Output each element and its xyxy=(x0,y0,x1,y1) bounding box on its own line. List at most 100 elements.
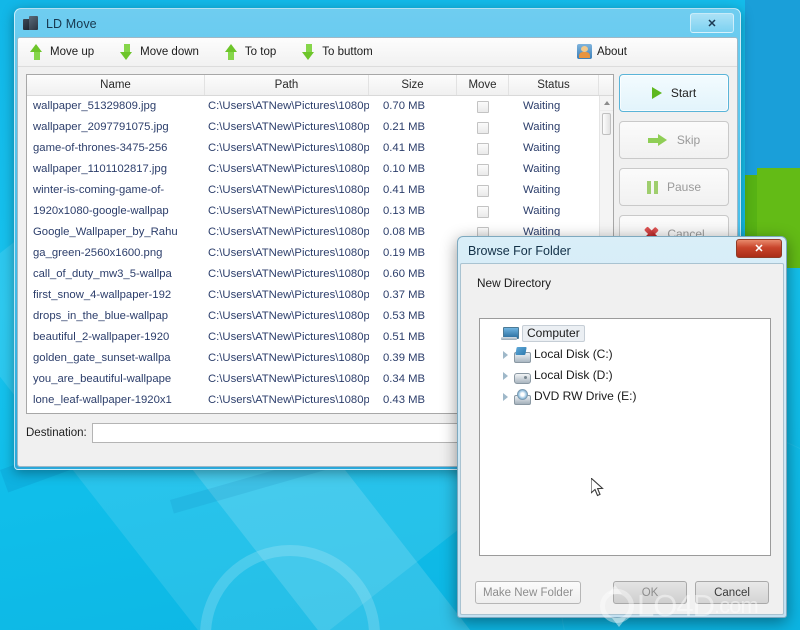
ok-button[interactable]: OK xyxy=(613,581,687,604)
tree-item-label: Computer xyxy=(522,325,585,342)
cell-move xyxy=(457,159,509,180)
table-row[interactable]: 1920x1080-google-wallpap C:\Users\ATNew\P… xyxy=(27,201,613,222)
cell-name: lone_leaf-wallpaper-1920x1 xyxy=(33,394,172,406)
about-person-icon xyxy=(576,44,592,59)
hard-disk-system-icon xyxy=(512,347,531,363)
skip-label: Skip xyxy=(676,133,701,147)
table-row[interactable]: winter-is-coming-game-of- C:\Users\ATNew\… xyxy=(27,180,613,201)
column-header-status[interactable]: Status xyxy=(509,75,599,95)
cell-path: C:\Users\ATNew\Pictures\1080p xyxy=(208,163,369,175)
cell-name: game-of-thrones-3475-256 xyxy=(33,142,168,154)
cell-size: 0.19 MB xyxy=(383,247,426,259)
cell-status: Waiting xyxy=(523,163,561,175)
app-blocks-icon xyxy=(23,16,39,32)
tree-item-label: Local Disk (C:) xyxy=(534,347,613,361)
cell-size: 0.21 MB xyxy=(383,121,426,133)
column-header-size[interactable]: Size xyxy=(369,75,457,95)
arrow-up-icon xyxy=(224,44,238,60)
cell-path: C:\Users\ATNew\Pictures\1080p xyxy=(208,310,369,322)
scroll-up-icon[interactable] xyxy=(600,96,613,111)
tree-item[interactable]: DVD RW Drive (E:) xyxy=(484,386,770,407)
browse-for-folder-dialog: Browse For Folder ✕ New Directory Comput… xyxy=(457,236,787,618)
cell-size: 0.60 MB xyxy=(383,268,426,280)
close-icon[interactable]: ✕ xyxy=(736,239,782,258)
table-row[interactable]: wallpaper_51329809.jpg C:\Users\ATNew\Pic… xyxy=(27,96,613,117)
toolbar-item-to-top[interactable]: To top xyxy=(224,44,276,60)
toolbar-item-move-up[interactable]: Move up xyxy=(30,44,94,60)
cell-move xyxy=(457,180,509,201)
cell-status: Waiting xyxy=(523,121,561,133)
column-header-name[interactable]: Name xyxy=(27,75,205,95)
about-label: About xyxy=(596,45,627,58)
tree-item[interactable]: Local Disk (D:) xyxy=(484,365,770,386)
toolbar-item-move-down[interactable]: Move down xyxy=(120,44,199,60)
arrow-up-icon xyxy=(30,44,43,60)
cell-status: Waiting xyxy=(523,205,561,217)
move-checkbox[interactable] xyxy=(477,184,489,197)
close-icon[interactable]: ✕ xyxy=(690,13,734,33)
dialog-titlebar[interactable]: Browse For Folder ✕ xyxy=(460,239,784,263)
expander-triangle-icon[interactable] xyxy=(498,371,512,380)
table-row[interactable]: game-of-thrones-3475-256 C:\Users\ATNew\P… xyxy=(27,138,613,159)
move-checkbox[interactable] xyxy=(477,205,489,218)
pause-button[interactable]: Pause xyxy=(619,168,729,206)
dialog-body: New Directory Computer Local Disk (C:) Loc… xyxy=(460,263,784,615)
toolbar-label: Move up xyxy=(50,46,95,58)
cell-path: C:\Users\ATNew\Pictures\1080p xyxy=(208,394,369,406)
folder-tree[interactable]: Computer Local Disk (C:) Local Disk (D:) DV… xyxy=(479,318,771,556)
play-icon xyxy=(651,87,662,99)
cell-name: call_of_duty_mw3_5-wallpa xyxy=(33,268,172,280)
cell-size: 0.37 MB xyxy=(383,289,426,301)
cell-name: wallpaper_2097791075.jpg xyxy=(33,121,169,133)
about-button[interactable]: About xyxy=(576,44,627,59)
column-header-path[interactable]: Path xyxy=(205,75,369,95)
tree-item-label: Local Disk (D:) xyxy=(534,368,613,382)
cell-size: 0.41 MB xyxy=(383,184,426,196)
window-titlebar[interactable]: LD Move ✕ xyxy=(17,11,738,37)
cell-path: C:\Users\ATNew\Pictures\1080p xyxy=(208,100,369,112)
cell-path: C:\Users\ATNew\Pictures\1080p xyxy=(208,121,369,133)
cancel-dialog-button[interactable]: Cancel xyxy=(695,581,769,604)
cell-status: Waiting xyxy=(523,184,561,196)
move-checkbox[interactable] xyxy=(477,163,489,176)
tree-item[interactable]: Local Disk (C:) xyxy=(484,344,770,365)
scrollbar-thumb[interactable] xyxy=(602,113,611,135)
cell-name: first_snow_4-wallpaper-192 xyxy=(33,289,172,301)
move-checkbox[interactable] xyxy=(477,100,489,113)
expander-triangle-icon[interactable] xyxy=(498,392,512,401)
cell-move xyxy=(457,201,509,222)
toolbar: Move up Move down To top To buttom About xyxy=(18,38,737,67)
cell-name: wallpaper_51329809.jpg xyxy=(33,100,157,112)
cell-name: golden_gate_sunset-wallpa xyxy=(33,352,171,364)
toolbar-item-to-bottom[interactable]: To buttom xyxy=(302,44,373,60)
pause-label: Pause xyxy=(666,180,702,194)
column-header-spacer xyxy=(599,75,613,95)
cell-size: 0.10 MB xyxy=(383,163,426,175)
make-new-folder-button[interactable]: Make New Folder xyxy=(475,581,581,604)
tree-item[interactable]: Computer xyxy=(484,323,770,344)
file-list-header: Name Path Size Move Status xyxy=(27,75,613,96)
move-checkbox[interactable] xyxy=(477,121,489,134)
cell-size: 0.70 MB xyxy=(383,100,426,112)
skip-button[interactable]: Skip xyxy=(619,121,729,159)
dvd-drive-icon xyxy=(512,388,531,405)
cell-size: 0.39 MB xyxy=(383,352,426,364)
table-row[interactable]: wallpaper_2097791075.jpg C:\Users\ATNew\P… xyxy=(27,117,613,138)
skip-icon xyxy=(647,134,668,146)
cell-move xyxy=(457,96,509,117)
column-header-move[interactable]: Move xyxy=(457,75,509,95)
table-row[interactable]: wallpaper_1101102817.jpg C:\Users\ATNew\P… xyxy=(27,159,613,180)
cell-name: 1920x1080-google-wallpap xyxy=(33,205,169,217)
computer-icon xyxy=(500,326,519,342)
cell-path: C:\Users\ATNew\Pictures\1080p xyxy=(208,247,369,259)
expander-triangle-icon[interactable] xyxy=(498,350,512,359)
tree-item-label: DVD RW Drive (E:) xyxy=(534,389,637,403)
cell-path: C:\Users\ATNew\Pictures\1080p xyxy=(208,289,369,301)
start-label: Start xyxy=(670,86,697,100)
start-button[interactable]: Start xyxy=(619,74,729,112)
cell-name: Google_Wallpaper_by_Rahu xyxy=(33,226,178,238)
move-checkbox[interactable] xyxy=(477,142,489,155)
cell-path: C:\Users\ATNew\Pictures\1080p xyxy=(208,142,369,154)
dialog-buttons: Make New Folder OK Cancel xyxy=(461,581,783,604)
toolbar-label: To buttom xyxy=(322,46,373,58)
